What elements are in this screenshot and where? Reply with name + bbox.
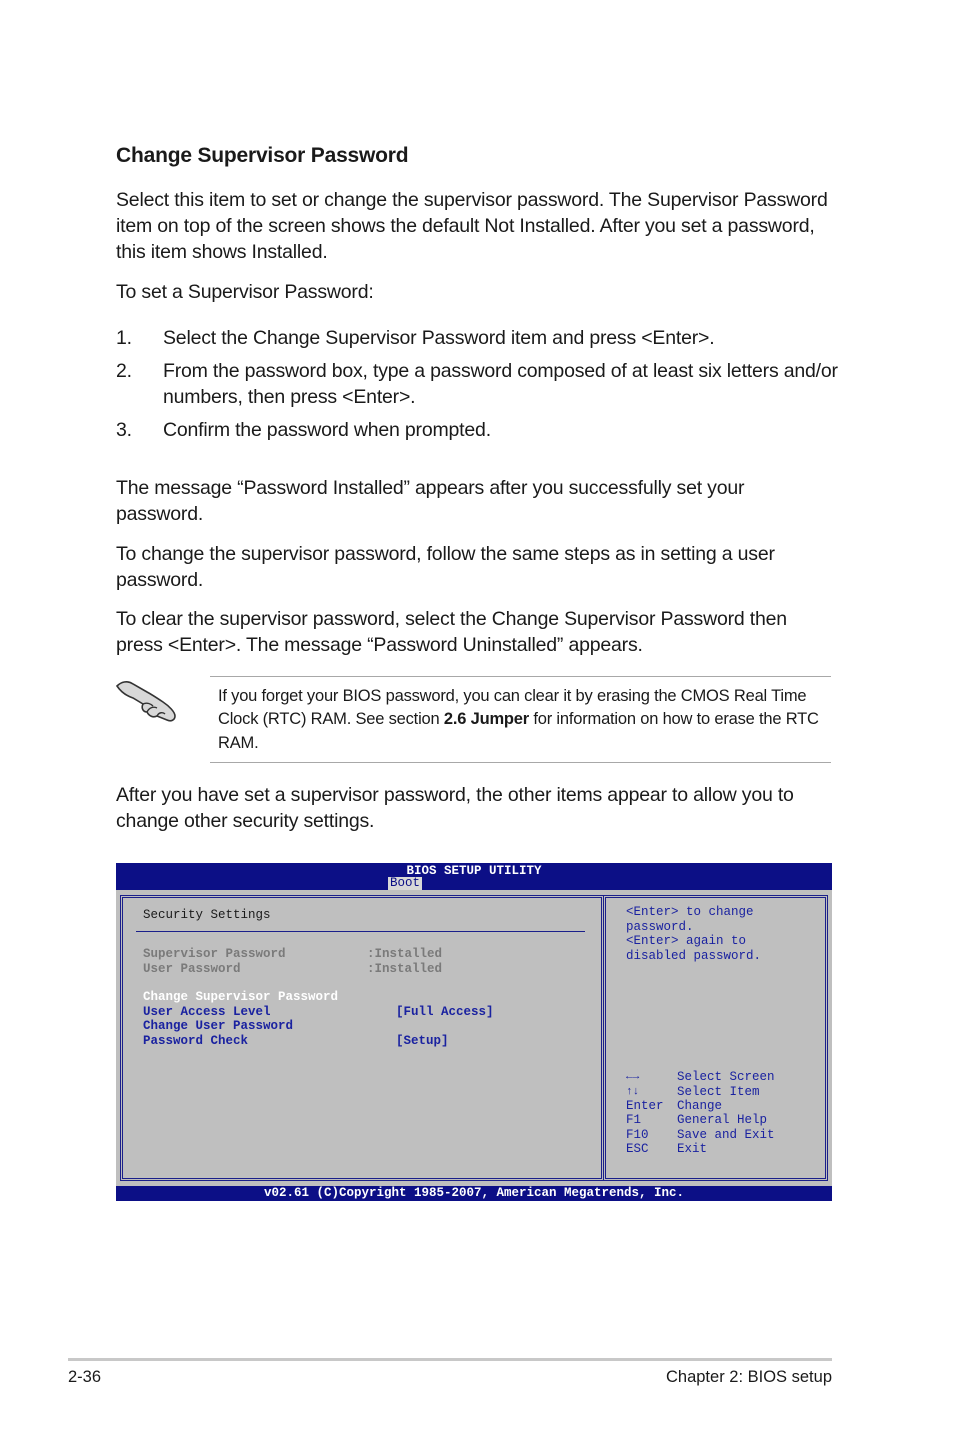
- bios-screen: BIOS SETUP UTILITY Boot Security Setting…: [116, 863, 832, 1201]
- key-label: Enter: [626, 1099, 664, 1113]
- status-label: Supervisor Password: [143, 947, 286, 961]
- installed-paragraph: The message “Password Installed” appears…: [116, 477, 745, 525]
- help-line: disabled password.: [626, 949, 762, 963]
- step-number: 3.: [116, 419, 132, 441]
- status-value: :Installed: [367, 947, 443, 961]
- tab-boot[interactable]: Boot: [388, 877, 423, 890]
- step-text: From the password box, type a password c…: [163, 360, 838, 408]
- status-value: :Installed: [367, 962, 443, 976]
- change-paragraph: To change the supervisor password, follo…: [116, 543, 775, 591]
- step-item: 3. Confirm the password when prompted.: [116, 417, 836, 443]
- menu-item-value[interactable]: [Full Access]: [396, 1005, 494, 1020]
- left-right-arrows-icon: ←→: [626, 1071, 640, 1083]
- step-item: 1. Select the Change Supervisor Password…: [116, 325, 836, 351]
- key-label: F10: [626, 1128, 649, 1142]
- help-line: password.: [626, 920, 694, 934]
- note-divider-top: [210, 676, 831, 677]
- menu-item-change-user-password[interactable]: Change User Password: [143, 1019, 293, 1034]
- page-number: 2-36: [68, 1368, 102, 1386]
- up-down-arrows-icon: ↑↓: [626, 1086, 640, 1098]
- menu-item-user-access-level[interactable]: User Access Level: [143, 1005, 271, 1020]
- pointing-hand-icon: [113, 676, 179, 724]
- footer-divider: [68, 1358, 832, 1361]
- menu-item-change-supervisor-password[interactable]: Change Supervisor Password: [143, 990, 338, 1005]
- bios-title: BIOS SETUP UTILITY: [406, 864, 542, 878]
- step-text: Confirm the password when prompted.: [163, 419, 491, 441]
- step-text: Select the Change Supervisor Password it…: [163, 327, 715, 349]
- key-label: ESC: [626, 1142, 649, 1156]
- step-number: 1.: [116, 327, 132, 349]
- bios-copyright: v02.61 (C)Copyright 1985-2007, American …: [116, 1186, 832, 1201]
- settings-heading: Security Settings: [143, 908, 271, 922]
- bios-header: BIOS SETUP UTILITY Boot: [116, 863, 832, 890]
- help-line: <Enter> to change: [626, 905, 754, 919]
- heading-divider: [136, 931, 585, 932]
- steps-heading: To set a Supervisor Password:: [116, 281, 374, 303]
- chapter-label: Chapter 2: BIOS setup: [665, 1368, 832, 1386]
- step-number: 2.: [116, 360, 132, 382]
- note-section-ref: 2.6 Jumper: [443, 710, 529, 729]
- key-action: Select Screen: [677, 1070, 775, 1084]
- note-text: If you forget your BIOS password, you ca…: [218, 685, 828, 755]
- key-action: Change: [677, 1099, 723, 1113]
- menu-item-value[interactable]: [Setup]: [396, 1034, 449, 1049]
- key-action: Save and Exit: [677, 1128, 775, 1142]
- key-label: F1: [626, 1113, 642, 1127]
- section-title: Change Supervisor Password: [116, 144, 409, 167]
- status-label: User Password: [143, 962, 241, 976]
- note-divider-bottom: [210, 762, 831, 763]
- key-action: Exit: [677, 1142, 708, 1156]
- clear-paragraph: To clear the supervisor password, select…: [116, 608, 787, 656]
- help-line: <Enter> again to: [626, 934, 747, 948]
- key-action: General Help: [677, 1113, 768, 1127]
- after-paragraph: After you have set a supervisor password…: [116, 784, 794, 832]
- key-action: Select Item: [677, 1085, 760, 1099]
- menu-item-password-check[interactable]: Password Check: [143, 1034, 248, 1049]
- step-item: 2. From the password box, type a passwor…: [116, 358, 838, 410]
- intro-paragraph: Select this item to set or change the su…: [116, 189, 828, 263]
